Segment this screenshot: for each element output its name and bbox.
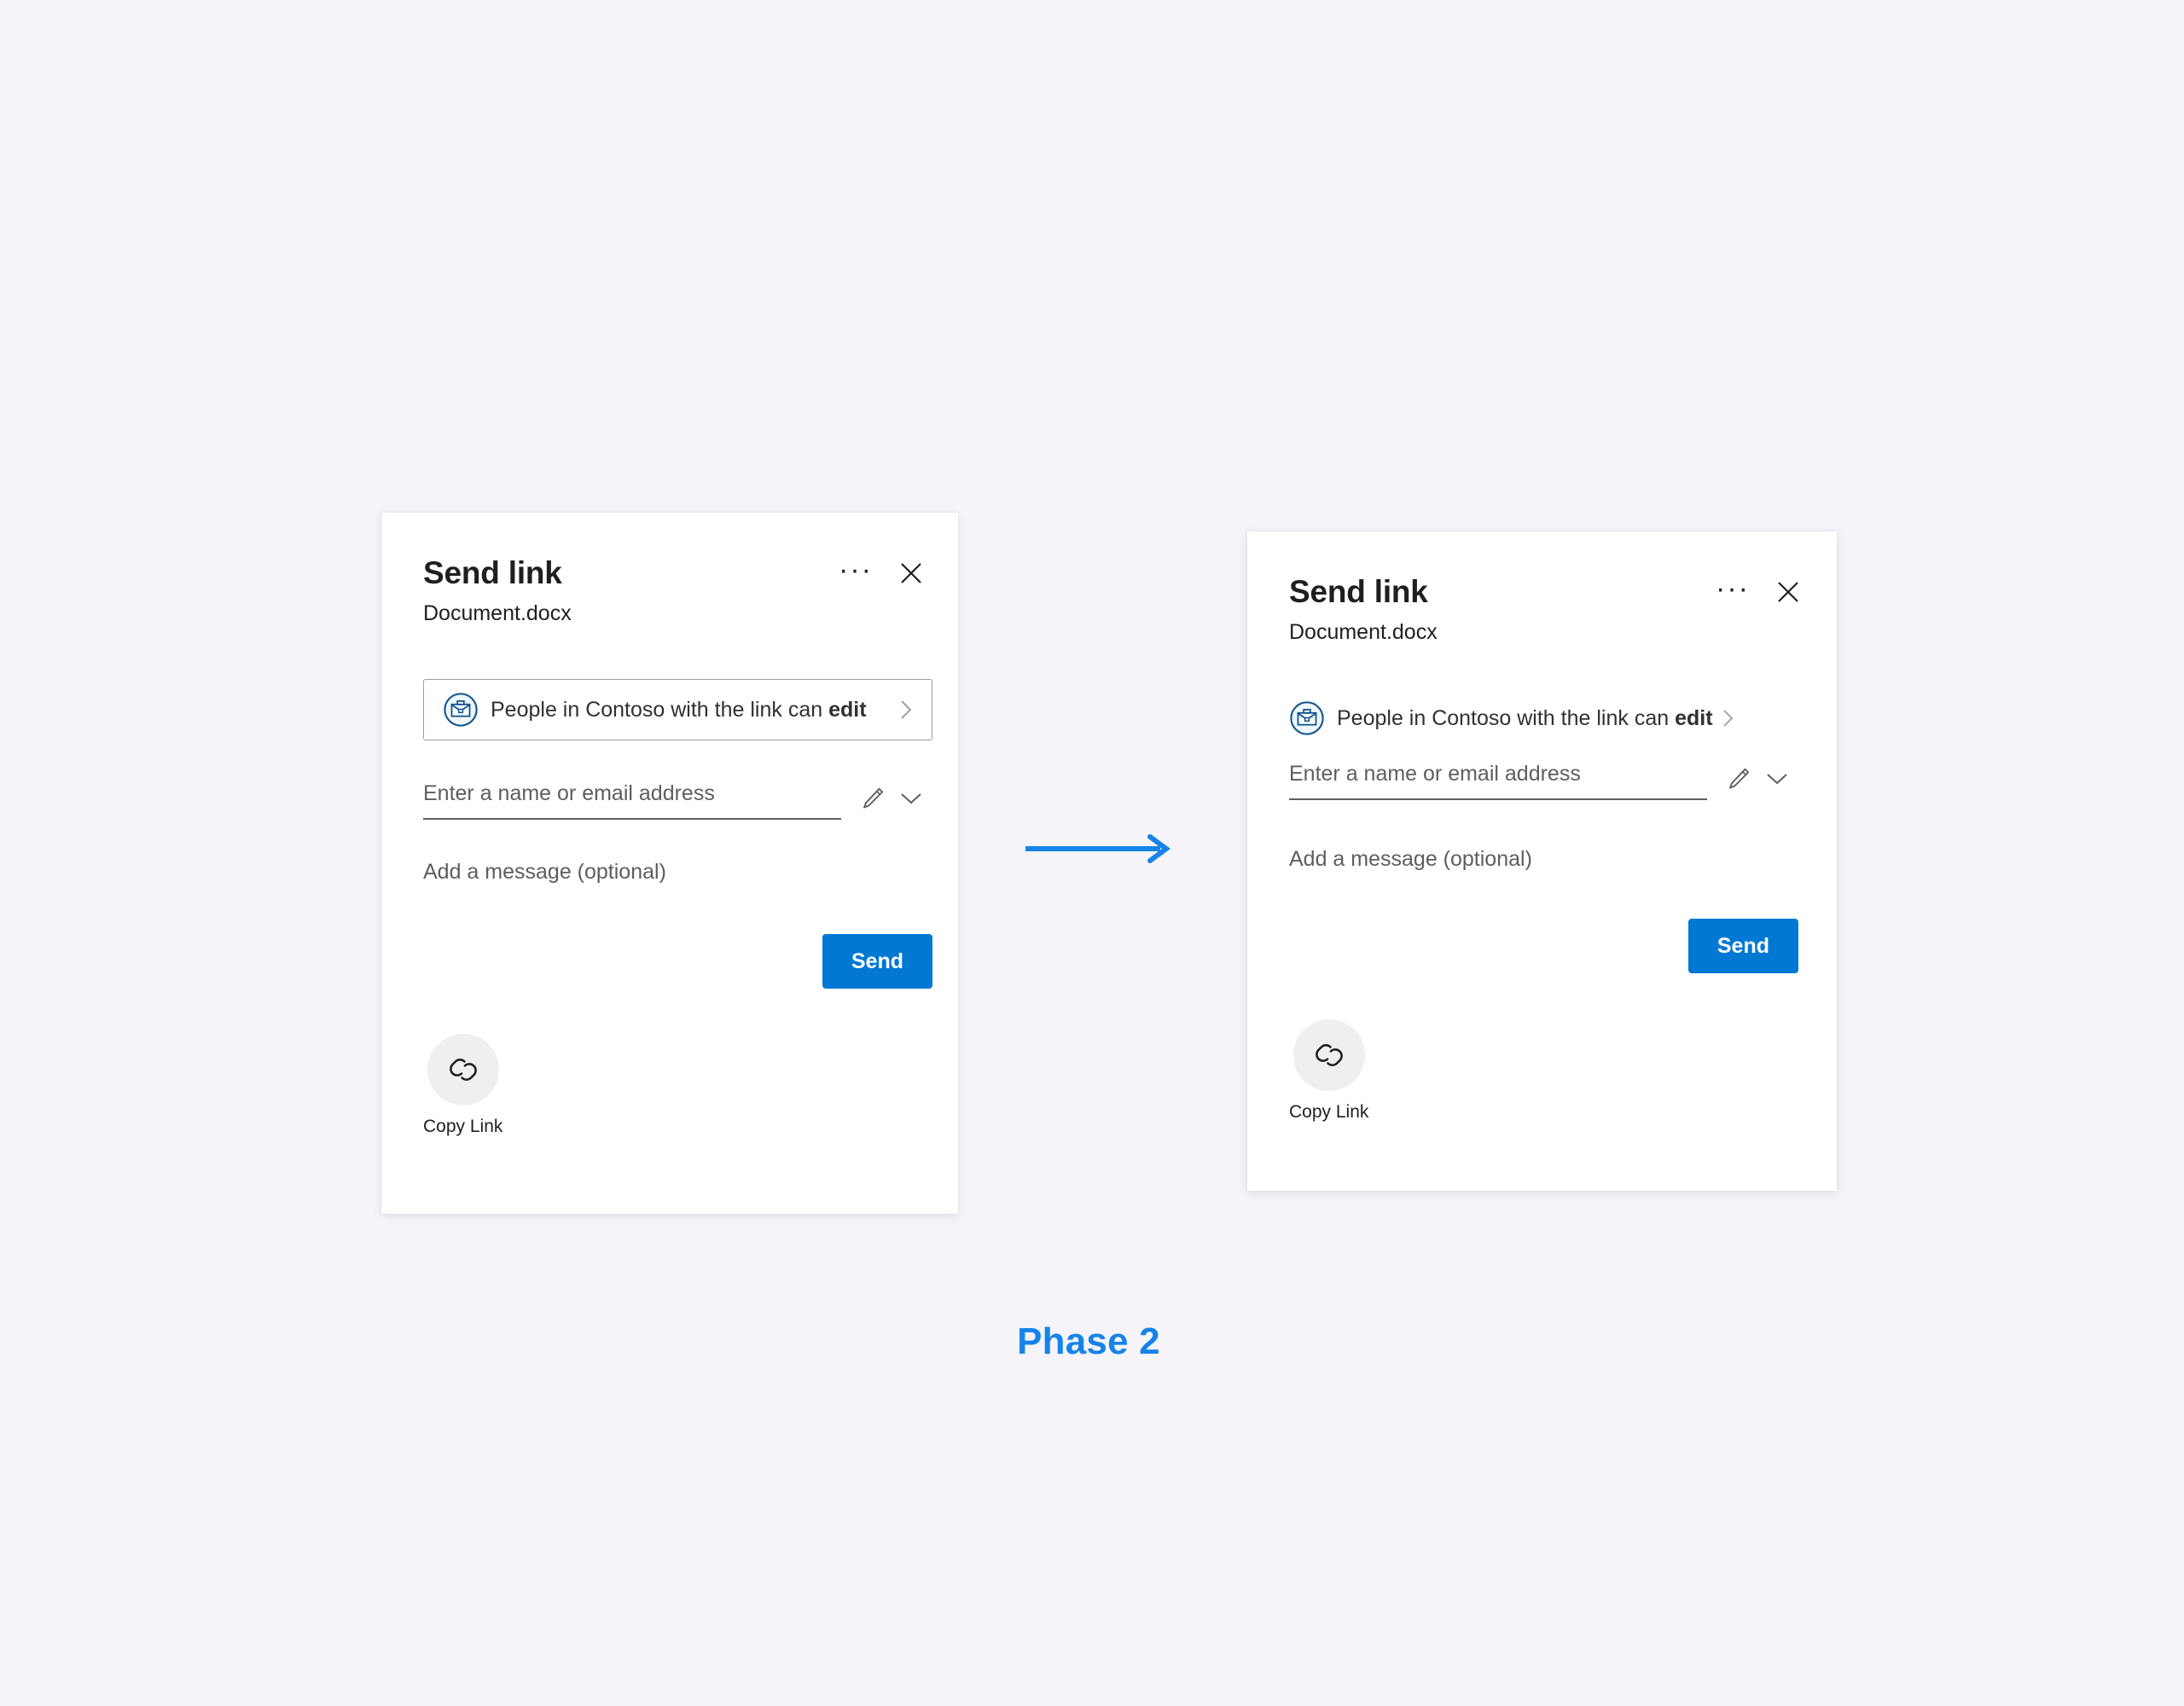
link-permission-label: People in Contoso with the link can edit <box>1337 706 1713 731</box>
header-actions: ··· <box>1716 572 1801 605</box>
flow-arrow-icon <box>1025 834 1171 863</box>
close-icon <box>901 563 921 583</box>
ellipsis-icon: ··· <box>1716 572 1750 605</box>
pencil-icon <box>1729 768 1750 789</box>
link-permission-label: People in Contoso with the link can edit <box>491 698 867 722</box>
more-options-button[interactable]: ··· <box>1716 572 1750 605</box>
chevron-down-icon <box>901 793 921 804</box>
send-button[interactable]: Send <box>822 934 932 989</box>
copy-link-button[interactable]: Copy Link <box>1289 1019 1368 1123</box>
close-button[interactable] <box>1775 579 1801 605</box>
recipient-dropdown-button[interactable] <box>899 791 923 806</box>
send-link-dialog-after: Send link Document.docx ··· People in Co… <box>1247 531 1837 1191</box>
link-permission-selector[interactable]: People in Contoso with the link can edit <box>423 679 932 740</box>
recipient-dropdown-button[interactable] <box>1765 771 1789 786</box>
recipient-input[interactable] <box>1289 762 1707 800</box>
close-button[interactable] <box>898 560 924 586</box>
link-permission-prefix: People in Contoso with the link can <box>1337 705 1676 730</box>
message-placeholder-label[interactable]: Add a message (optional) <box>423 860 666 885</box>
copy-link-circle <box>1292 1019 1365 1091</box>
close-icon <box>1778 582 1798 602</box>
ellipsis-icon: ··· <box>839 553 873 586</box>
chevron-down-icon <box>1767 774 1787 785</box>
copy-link-label: Copy Link <box>1289 1102 1369 1122</box>
send-row: Send <box>423 934 932 989</box>
phase-caption: Phase 2 <box>0 1320 2184 1363</box>
recipient-row <box>1289 762 1798 800</box>
briefcase-icon <box>1290 701 1324 735</box>
link-permission-selector[interactable]: People in Contoso with the link can edit <box>1289 698 1734 739</box>
recipient-input[interactable] <box>423 781 841 820</box>
link-permission-emphasis: edit <box>828 697 867 722</box>
canvas: Send link Document.docx ··· People in Co… <box>0 0 2184 1706</box>
document-name: Document.docx <box>423 601 572 625</box>
copy-link-button[interactable]: Copy Link <box>423 1034 502 1137</box>
header-actions: ··· <box>839 553 924 586</box>
link-permission-prefix: People in Contoso with the link can <box>491 697 829 722</box>
edit-permission-button[interactable] <box>1726 766 1751 792</box>
dialog-header: Send link Document.docx ··· <box>381 513 958 626</box>
chevron-right-icon <box>884 699 913 721</box>
chevron-right-icon <box>1722 708 1734 728</box>
message-placeholder-label[interactable]: Add a message (optional) <box>1289 847 1532 872</box>
send-button[interactable]: Send <box>1687 919 1798 973</box>
dialog-header: Send link Document.docx ··· <box>1247 531 1837 645</box>
link-chain-icon <box>1315 1044 1343 1066</box>
phase-caption-text: Phase 2 <box>1017 1320 1160 1362</box>
recipient-row <box>423 781 932 820</box>
send-link-dialog-before: Send link Document.docx ··· People in Co… <box>381 513 958 1214</box>
document-name: Document.docx <box>1289 619 1438 644</box>
edit-permission-button[interactable] <box>860 786 886 811</box>
pencil-icon <box>863 787 884 809</box>
copy-link-circle <box>427 1034 499 1105</box>
briefcase-icon <box>444 693 478 727</box>
recipient-field-icons <box>860 786 923 820</box>
link-permission-emphasis: edit <box>1675 705 1713 730</box>
copy-link-label: Copy Link <box>423 1117 503 1136</box>
more-options-button[interactable]: ··· <box>839 553 873 586</box>
link-chain-icon <box>449 1059 477 1081</box>
send-row: Send <box>1289 919 1798 973</box>
recipient-field-icons <box>1726 766 1789 800</box>
